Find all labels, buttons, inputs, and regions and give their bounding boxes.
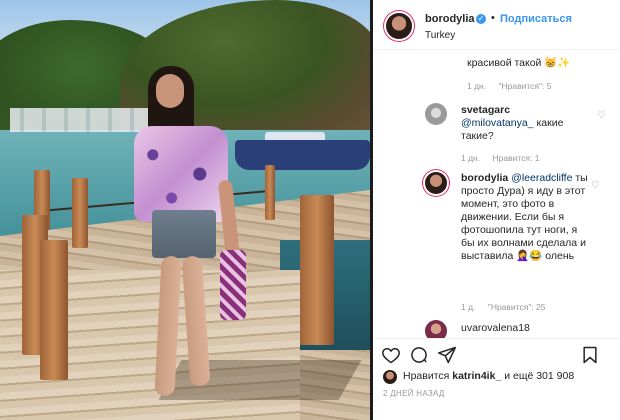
post-photo[interactable]: [0, 0, 370, 420]
handbag: [220, 250, 246, 320]
dock-post: [265, 165, 275, 220]
comment-time[interactable]: 1 д.: [461, 302, 475, 312]
post-header: borodylia ✓ • Подписаться Turkey: [373, 0, 620, 50]
comment-like-heart-icon[interactable]: ♡: [591, 180, 600, 191]
dock-post: [40, 240, 68, 380]
post-date: 2 ДНЕЙ НАЗАД: [383, 389, 445, 398]
comment-body: svetagarc @milovatanya_ какие такие?: [461, 104, 591, 143]
comment-text: красивой такой 😸✨: [467, 57, 571, 69]
likes-count[interactable]: и ещё 301 908: [501, 370, 574, 382]
woman-figure: [130, 60, 246, 410]
likes-text[interactable]: Нравится katrin4ik_ и ещё 301 908: [403, 370, 574, 382]
avatar[interactable]: [425, 103, 447, 125]
comment-body: uvarovalena18: [461, 322, 530, 335]
comment-meta: 1 д. "Нравится": 25: [461, 302, 546, 312]
comment-body: borodylia @leeradcliffe ты просто Дура) …: [461, 172, 593, 263]
likes-prefix: Нравится: [403, 370, 453, 382]
comment-meta: 1 дн. "Нравится": 5: [467, 81, 551, 91]
blouse: [134, 126, 228, 222]
follow-button[interactable]: Подписаться: [500, 13, 572, 25]
comment-like-heart-icon[interactable]: ♡: [597, 110, 606, 121]
arm: [217, 179, 241, 261]
comment-icon[interactable]: [409, 345, 429, 365]
avatar[interactable]: [425, 172, 447, 194]
leg: [154, 255, 182, 397]
comment-time[interactable]: 1 дн.: [467, 81, 486, 91]
leg: [181, 255, 211, 387]
likes-summary: Нравится katrin4ik_ и ещё 301 908: [373, 368, 620, 388]
author-username[interactable]: borodylia: [425, 13, 475, 25]
dock-post: [72, 178, 88, 248]
comment-likes[interactable]: "Нравится": 5: [498, 81, 551, 91]
boat: [235, 140, 370, 170]
shorts: [152, 210, 216, 258]
comment-username[interactable]: borodylia: [461, 172, 508, 184]
face: [156, 74, 184, 108]
comment-mention[interactable]: @milovatanya_: [461, 117, 534, 129]
comment-username[interactable]: svetagarc: [461, 104, 510, 116]
post-actions-bar: [373, 338, 620, 368]
dock-post: [300, 195, 334, 345]
separator-dot: •: [491, 12, 495, 24]
share-icon[interactable]: [437, 345, 457, 365]
bookmark-icon[interactable]: [580, 345, 600, 365]
avatar[interactable]: [386, 13, 412, 39]
location-link[interactable]: Turkey: [425, 30, 455, 41]
avatar[interactable]: [383, 370, 397, 384]
comment-mention[interactable]: @leeradcliffe: [511, 172, 572, 184]
comment-likes[interactable]: Нравится: 1: [492, 153, 539, 163]
comment-meta: 1 дн. Нравится: 1: [461, 153, 539, 163]
comment-username[interactable]: uvarovalena18: [461, 322, 530, 334]
verified-badge-icon: ✓: [476, 14, 486, 24]
likes-user[interactable]: katrin4ik_: [452, 370, 501, 382]
comment-likes[interactable]: "Нравится": 25: [488, 302, 546, 312]
post-side-panel: borodylia ✓ • Подписаться Turkey красиво…: [373, 0, 620, 420]
heart-icon[interactable]: [381, 345, 401, 365]
comment-time[interactable]: 1 дн.: [461, 153, 480, 163]
comment-text: ты просто Дура) я иду в этот момент, это…: [461, 172, 588, 262]
